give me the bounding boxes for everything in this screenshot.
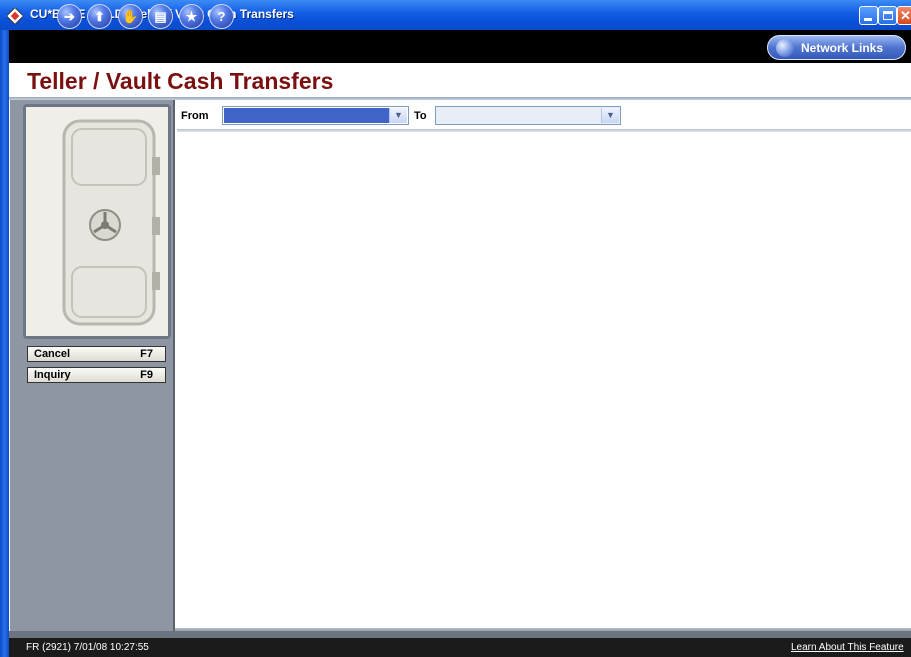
network-links-label: Network Links [801, 41, 884, 55]
chevron-down-icon[interactable]: ▼ [389, 108, 407, 123]
to-select[interactable]: ▼ [435, 106, 621, 125]
inquiry-button[interactable]: Inquiry F9 [27, 367, 166, 383]
network-links-button[interactable]: Network Links [767, 35, 906, 60]
app-icon [7, 8, 23, 24]
hand-icon[interactable]: ✋ [118, 4, 143, 29]
forward-arrow-icon[interactable]: ➔ [57, 4, 82, 29]
print-icon[interactable]: ▤ [148, 4, 173, 29]
vault-door-illustration [26, 107, 168, 336]
learn-about-feature-link[interactable]: Learn About This Feature [791, 642, 904, 653]
inquiry-button-label: Inquiry [34, 369, 71, 381]
close-icon: ✕ [900, 8, 911, 23]
star-icon[interactable]: ★ [179, 4, 204, 29]
minimize-button[interactable] [859, 6, 878, 25]
from-label: From [181, 110, 209, 122]
from-select[interactable]: ▼ [222, 106, 409, 125]
up-arrow-icon[interactable]: ⬆ [87, 4, 112, 29]
minimize-icon [864, 18, 872, 21]
help-icon[interactable]: ? [209, 4, 234, 29]
cancel-button[interactable]: Cancel F7 [27, 346, 166, 362]
maximize-button[interactable] [878, 6, 897, 25]
vault-door-image [23, 104, 171, 339]
globe-icon [776, 39, 794, 57]
maximize-icon [883, 11, 893, 20]
inquiry-button-key: F9 [140, 369, 153, 381]
cancel-button-key: F7 [140, 348, 153, 360]
chevron-down-icon[interactable]: ▼ [601, 108, 619, 123]
status-separator [9, 631, 911, 638]
cancel-button-label: Cancel [34, 348, 71, 360]
window-left-border [0, 30, 9, 657]
filter-divider [177, 129, 911, 132]
status-session-info: FR (2921) 7/01/08 10:27:55 [26, 642, 149, 653]
from-select-value [224, 108, 389, 123]
to-label: To [414, 110, 427, 122]
close-button[interactable]: ✕ [897, 6, 911, 25]
page-title: Teller / Vault Cash Transfers [27, 68, 334, 94]
